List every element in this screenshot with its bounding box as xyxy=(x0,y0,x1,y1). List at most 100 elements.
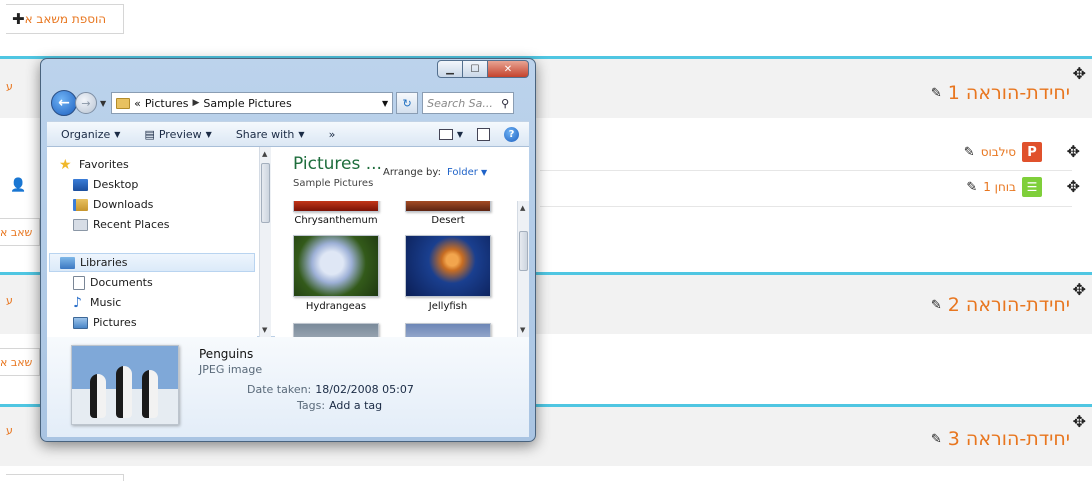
downloads-icon xyxy=(73,198,88,211)
library-subtitle: Sample Pictures xyxy=(293,178,374,189)
search-icon[interactable]: ⚲ xyxy=(501,97,509,110)
breadcrumb-pictures[interactable]: Pictures xyxy=(145,97,189,110)
navigation-scrollbar[interactable]: ▲ ▼ xyxy=(259,147,271,337)
scroll-down-icon[interactable]: ▼ xyxy=(262,326,267,334)
scrollbar-thumb[interactable] xyxy=(261,163,270,223)
section-3-left-link[interactable]: ע xyxy=(6,424,13,437)
file-grid: Chrysanthemum Desert Hydrangeas Jellyfis… xyxy=(275,201,507,337)
back-button[interactable]: ← xyxy=(51,90,77,116)
recent-pages-dropdown-icon[interactable]: ▼ xyxy=(100,99,106,108)
tags-row: Tags: Add a tag xyxy=(297,399,382,412)
edit-pencil-icon[interactable]: ✎ xyxy=(964,145,975,160)
nav-desktop[interactable]: Desktop xyxy=(73,175,138,194)
nav-recent-places-label: Recent Places xyxy=(93,218,170,231)
nav-documents[interactable]: Documents xyxy=(73,273,153,292)
move-icon[interactable]: ✥ xyxy=(1067,142,1080,161)
file-thumbnail-jellyfish[interactable] xyxy=(405,235,491,297)
add-activity-partial-label: שאב א xyxy=(0,355,33,369)
address-dropdown-icon[interactable]: ▼ xyxy=(382,99,388,108)
date-taken-value[interactable]: 18/02/2008 05:07 xyxy=(315,383,414,396)
tags-value[interactable]: Add a tag xyxy=(329,399,382,412)
caret-down-icon: ▼ xyxy=(456,129,463,139)
user-icon[interactable]: 👤 xyxy=(10,178,26,193)
scroll-down-icon[interactable]: ▼ xyxy=(520,326,525,334)
add-activity-button[interactable]: שאב א xyxy=(0,348,40,376)
navigation-bar: ← → ▼ « Pictures ▶ Sample Pictures ▼ ↻ S… xyxy=(51,89,527,117)
nav-pictures[interactable]: Pictures xyxy=(73,313,137,332)
address-bar[interactable]: « Pictures ▶ Sample Pictures ▼ xyxy=(111,92,394,114)
edit-pencil-icon[interactable]: ✎ xyxy=(966,180,977,195)
edit-pencil-icon[interactable]: ✎ xyxy=(931,298,942,313)
move-icon[interactable]: ✥ xyxy=(1073,280,1086,299)
file-thumbnail[interactable] xyxy=(293,323,379,337)
nav-music[interactable]: ♪ Music xyxy=(73,293,121,312)
divider xyxy=(540,206,1072,207)
section-2-left-link[interactable]: ע xyxy=(6,294,13,307)
change-view-button[interactable]: ▼ xyxy=(438,128,463,140)
maximize-button[interactable]: ☐ xyxy=(462,60,488,78)
edit-pencil-icon[interactable]: ✎ xyxy=(931,432,942,447)
edit-pencil-icon[interactable]: ✎ xyxy=(931,86,942,101)
organize-menu[interactable]: Organize ▼ xyxy=(61,128,120,141)
file-thumbnail-desert[interactable] xyxy=(405,201,491,212)
activity-syllabus-label: סילבוס xyxy=(980,145,1016,159)
search-input[interactable]: Search Sa... ⚲ xyxy=(422,92,515,114)
activity-quiz-label: בוחן 1 xyxy=(983,180,1016,194)
scrollbar-thumb[interactable] xyxy=(519,231,528,271)
penguin-shape xyxy=(90,374,106,418)
minimize-button[interactable]: ▁ xyxy=(437,60,463,78)
forward-button[interactable]: → xyxy=(75,92,97,114)
activity-quiz[interactable]: ☰ בוחן 1 ✎ xyxy=(966,177,1042,197)
move-icon[interactable]: ✥ xyxy=(1067,177,1080,196)
close-button[interactable]: ✕ xyxy=(487,60,529,78)
caret-down-icon: ▼ xyxy=(298,129,305,139)
move-icon[interactable]: ✥ xyxy=(1073,412,1086,431)
refresh-button[interactable]: ↻ xyxy=(396,92,419,114)
scroll-up-icon[interactable]: ▲ xyxy=(520,204,525,212)
move-icon[interactable]: ✥ xyxy=(1073,64,1086,83)
nav-libraries[interactable]: Libraries xyxy=(49,253,255,272)
file-label-chrysanthemum[interactable]: Chrysanthemum xyxy=(281,215,391,226)
activity-syllabus[interactable]: P סילבוס ✎ xyxy=(964,142,1042,162)
star-icon: ★ xyxy=(59,156,72,173)
file-thumbnail-hydrangeas[interactable] xyxy=(293,235,379,297)
preview-pane-icon[interactable] xyxy=(477,127,490,141)
add-activity-button[interactable] xyxy=(6,474,124,481)
help-icon[interactable]: ? xyxy=(504,126,519,142)
preview-menu[interactable]: ▤ Preview ▼ xyxy=(144,128,211,141)
add-activity-button[interactable]: הוספת משאב א ✚ xyxy=(6,4,124,34)
add-activity-button[interactable]: שאב א xyxy=(0,218,40,246)
section-title-3[interactable]: יחידת-הוראה 3 ✎ xyxy=(931,428,1070,450)
file-label-jellyfish[interactable]: Jellyfish xyxy=(393,301,503,312)
arrange-by-label: Arrange by: xyxy=(383,167,441,178)
nav-favorites[interactable]: ★ Favorites xyxy=(59,155,129,174)
desktop-icon xyxy=(73,178,88,191)
breadcrumb-separator-icon[interactable]: ▶ xyxy=(192,98,199,108)
toolbar-right: ▼ ? xyxy=(438,126,519,142)
search-placeholder: Search Sa... xyxy=(427,96,493,110)
content-scrollbar[interactable]: ▲ ▼ xyxy=(517,201,529,337)
file-label-hydrangeas[interactable]: Hydrangeas xyxy=(281,301,391,312)
file-thumbnail-chrysanthemum[interactable] xyxy=(293,201,379,212)
add-activity-partial-label: שאב א xyxy=(0,225,33,239)
nav-favorites-label: Favorites xyxy=(79,158,129,171)
share-with-menu[interactable]: Share with ▼ xyxy=(236,128,305,141)
pictures-icon xyxy=(73,316,88,329)
section-title-3-text: יחידת-הוראה 3 xyxy=(947,428,1070,450)
caret-down-icon: ▼ xyxy=(481,168,488,177)
section-title-1[interactable]: יחידת-הוראה 1 ✎ xyxy=(931,82,1070,104)
selected-file-type: JPEG image xyxy=(199,363,263,376)
nav-recent-places[interactable]: Recent Places xyxy=(73,215,170,234)
nav-desktop-label: Desktop xyxy=(93,178,139,191)
address-prefix[interactable]: « xyxy=(134,97,141,110)
file-thumbnail[interactable] xyxy=(405,323,491,337)
file-label-desert[interactable]: Desert xyxy=(393,215,503,226)
more-commands-button[interactable]: » xyxy=(329,128,336,141)
breadcrumb-sample-pictures[interactable]: Sample Pictures xyxy=(203,97,291,110)
section-title-2[interactable]: יחידת-הוראה 2 ✎ xyxy=(931,294,1070,316)
arrange-by-dropdown[interactable]: Folder ▼ xyxy=(447,167,487,178)
explorer-window[interactable]: ▁ ☐ ✕ ← → ▼ « Pictures ▶ Sample Pictures… xyxy=(40,58,536,442)
section-1-left-link[interactable]: ע xyxy=(6,80,13,93)
scroll-up-icon[interactable]: ▲ xyxy=(262,150,267,158)
nav-downloads[interactable]: Downloads xyxy=(73,195,153,214)
